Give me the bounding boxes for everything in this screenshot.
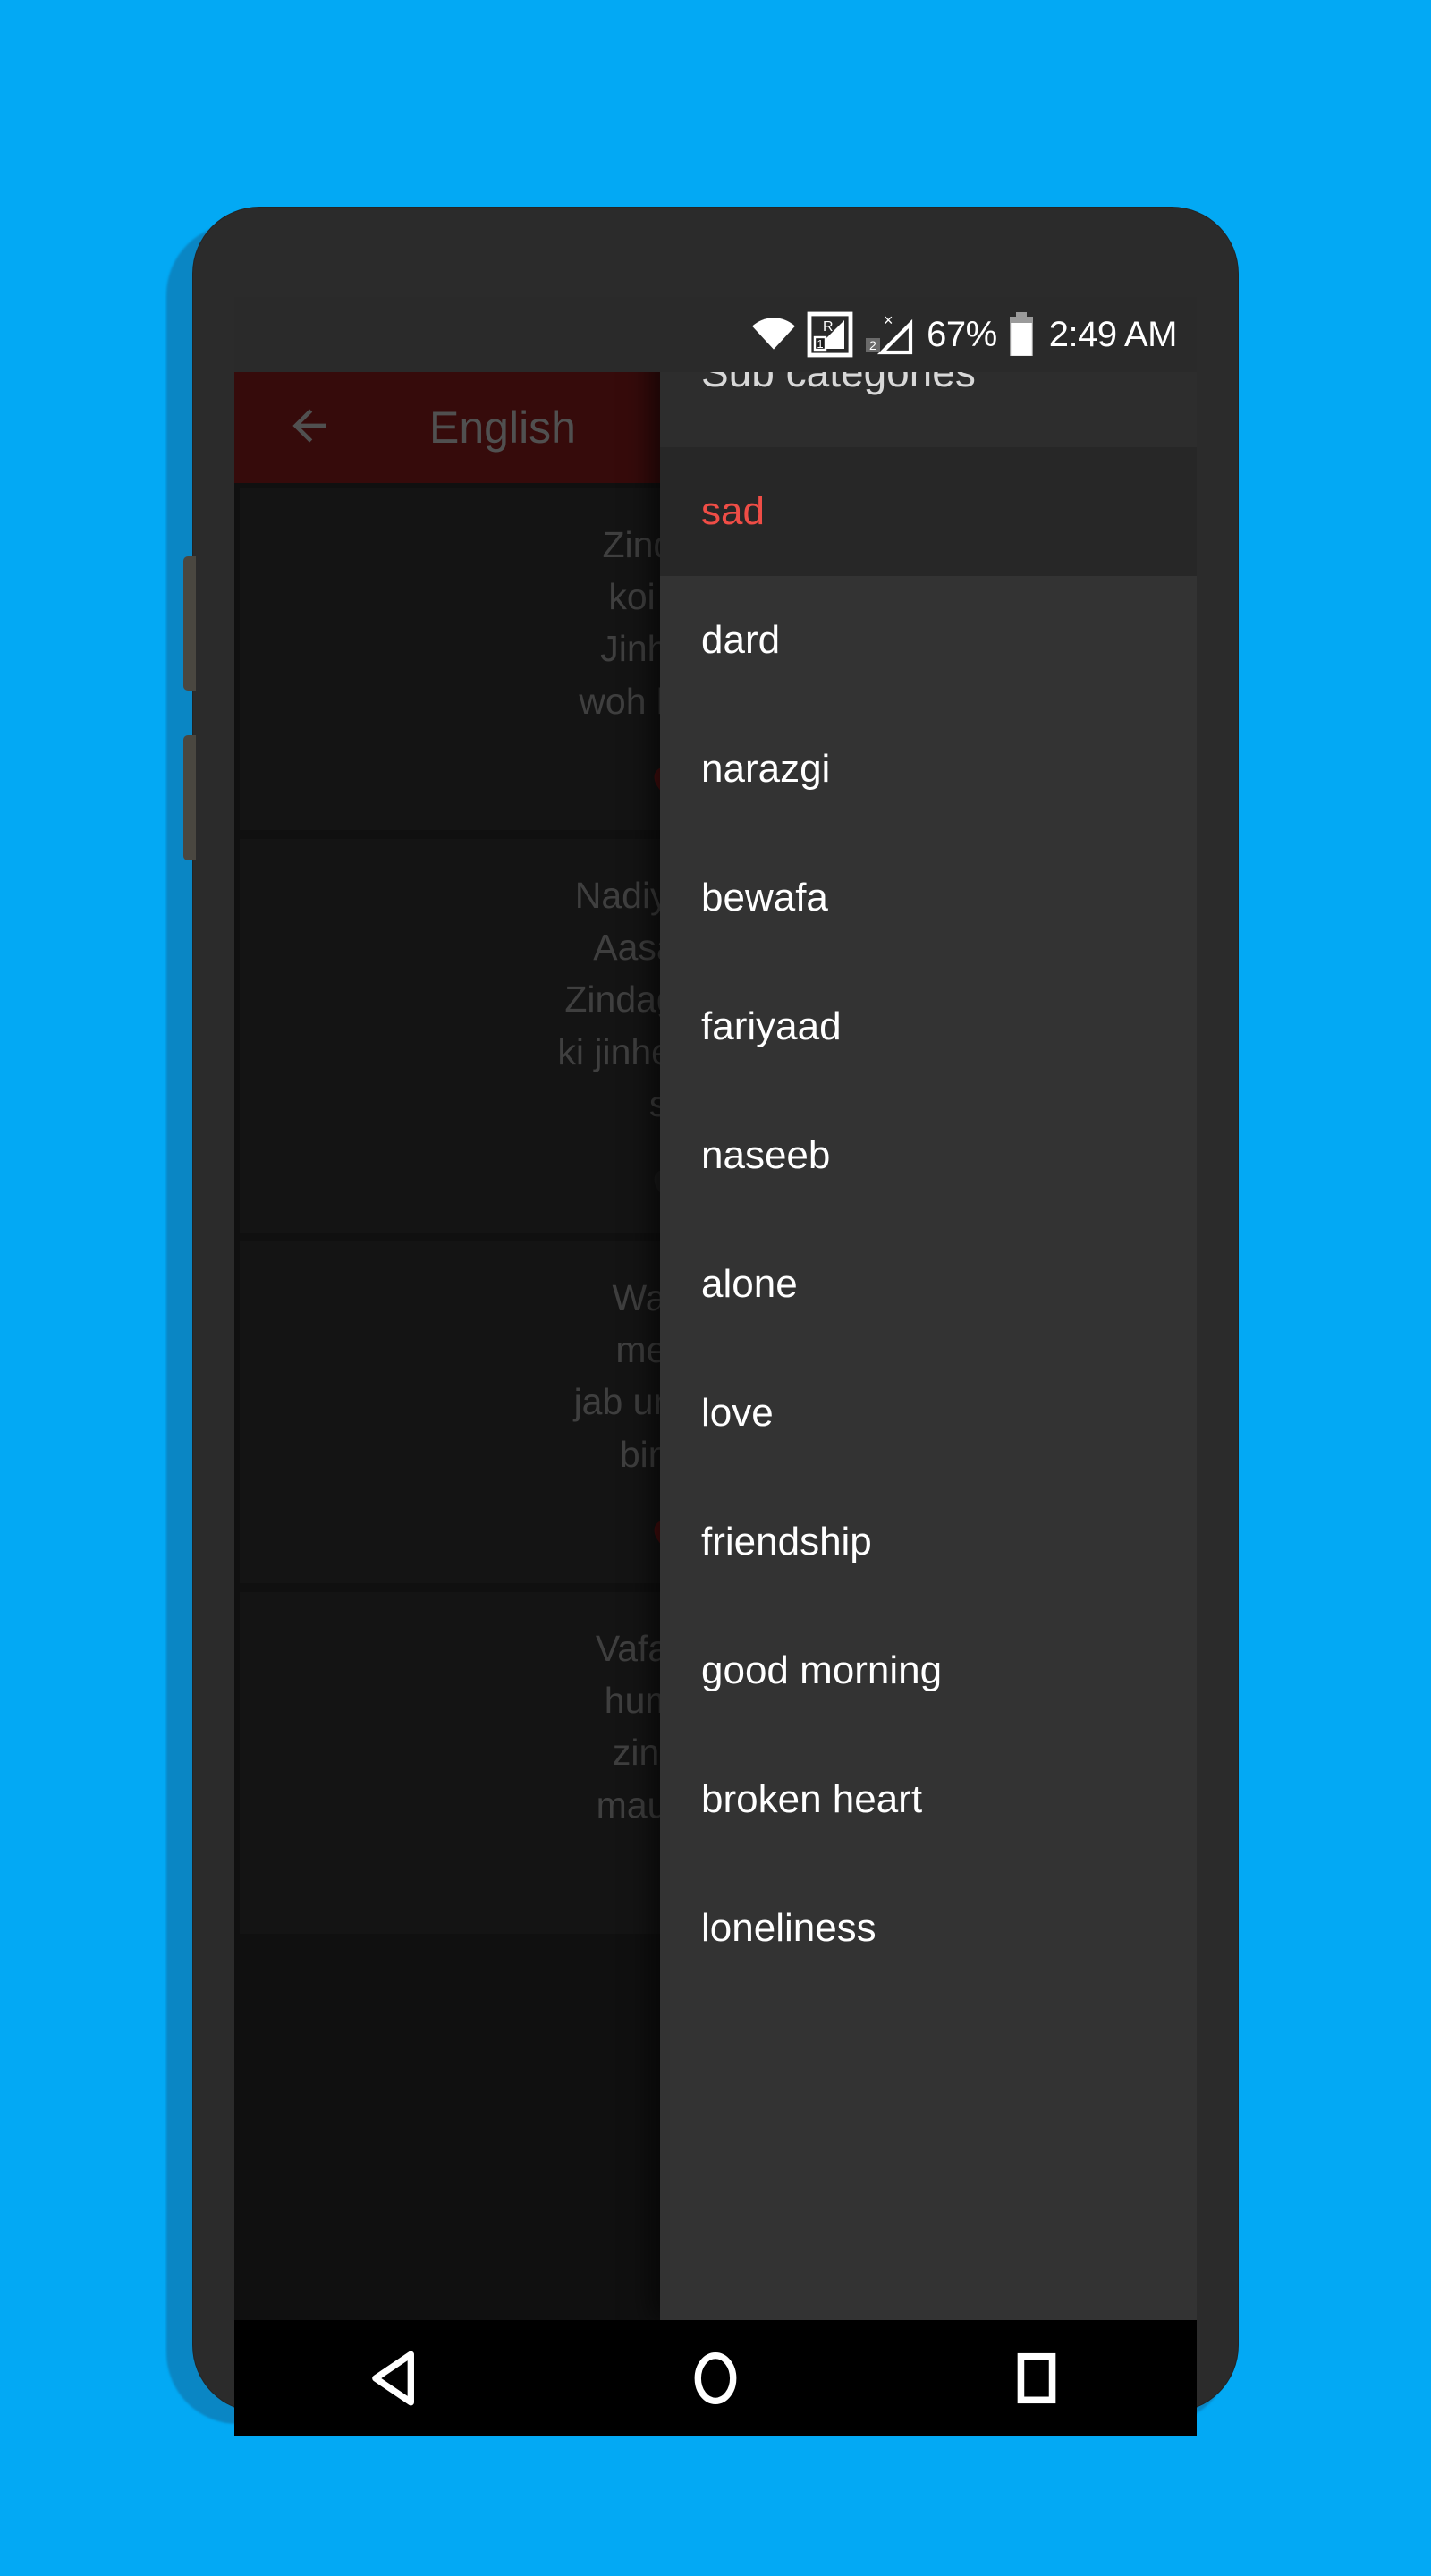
drawer-item-label: friendship [701,1520,872,1563]
drawer-item-sad[interactable]: sad [660,447,1197,576]
battery-full-icon [1008,312,1035,357]
drawer-item-loneliness[interactable]: loneliness [660,1864,1197,1993]
drawer-item-naseeb[interactable]: naseeb [660,1091,1197,1220]
drawer-item-dard[interactable]: dard [660,576,1197,705]
drawer-item-list[interactable]: sad dard narazgi bewafa fariyaad naseeb … [660,447,1197,2122]
android-navigation-bar [234,2320,1197,2436]
svg-text:2: 2 [869,338,876,352]
drawer-item-label: alone [701,1262,798,1306]
drawer-item-label: loneliness [701,1906,876,1950]
volume-down-button[interactable] [183,735,196,860]
nav-recents-square-icon[interactable] [970,2351,1104,2406]
drawer-item-label: bewafa [701,876,828,919]
svg-text:×: × [884,311,893,329]
drawer-item-broken-heart[interactable]: broken heart [660,1735,1197,1864]
drawer-item-label: good morning [701,1648,943,1692]
drawer-item-label: love [701,1391,774,1435]
svg-text:1: 1 [817,337,824,351]
battery-percent-label: 67% [927,314,997,354]
drawer-item-love[interactable]: love [660,1349,1197,1478]
drawer-item-label: fariyaad [701,1004,842,1048]
drawer-item-label: sad [701,489,765,533]
phone-device-frame: English Zindagi ki cha koi mil gya to Ji… [183,208,1238,2436]
drawer-item-fariyaad[interactable]: fariyaad [660,962,1197,1091]
nav-home-circle-icon[interactable] [648,2351,783,2406]
nav-back-triangle-icon[interactable] [327,2351,461,2406]
drawer-item-narazgi[interactable]: narazgi [660,705,1197,834]
sub-categories-drawer: Sub categories sad dard narazgi bewafa f… [660,297,1197,2320]
signal-no-service-sim2-icon: × 2 [864,311,916,358]
volume-up-button[interactable] [183,556,196,691]
signal-roaming-sim1-icon: R 1 [807,311,853,358]
drawer-item-partial[interactable] [660,1993,1197,2122]
drawer-item-good-morning[interactable]: good morning [660,1606,1197,1735]
phone-screen: English Zindagi ki cha koi mil gya to Ji… [234,297,1197,2320]
drawer-item-label: narazgi [701,747,831,791]
status-clock: 2:49 AM [1048,314,1178,354]
drawer-item-bewafa[interactable]: bewafa [660,834,1197,962]
drawer-item-label: naseeb [701,1133,831,1177]
drawer-item-friendship[interactable]: friendship [660,1478,1197,1606]
status-bar: R 1 × 2 67% 2:49 AM [234,297,1197,372]
drawer-item-label: dard [701,618,781,662]
svg-text:R: R [823,319,834,335]
drawer-item-label: broken heart [701,1777,923,1821]
wifi-icon [751,316,796,353]
drawer-item-alone[interactable]: alone [660,1220,1197,1349]
